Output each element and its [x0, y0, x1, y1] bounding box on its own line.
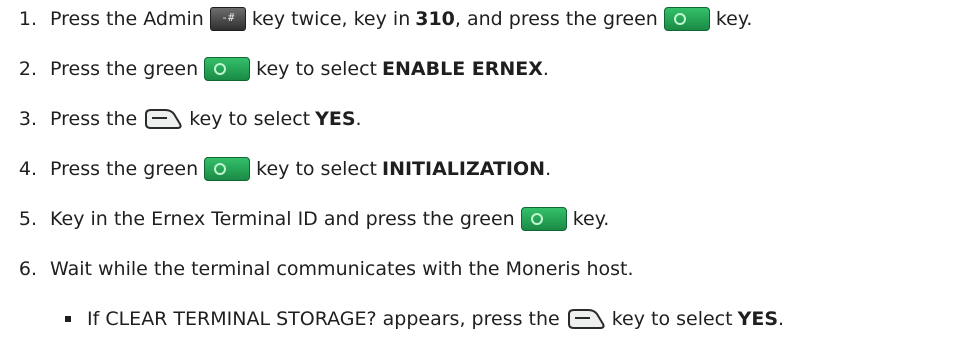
sub-bullet: If CLEAR TERMINAL STORAGE? appears, pres…	[48, 302, 784, 336]
green-ok-key-icon	[204, 57, 251, 81]
step-text: Wait while the terminal communicates wit…	[50, 258, 634, 280]
step-text: , and press the green	[454, 8, 658, 30]
clear-key-icon	[143, 108, 183, 130]
step-text: Press the green	[50, 158, 199, 180]
step-text: Key in the Ernex Terminal ID and press t…	[50, 208, 515, 230]
bullet-text: If CLEAR TERMINAL STORAGE? appears, pres…	[87, 308, 560, 330]
step-emphasis: ENABLE ERNEX	[382, 58, 543, 80]
step-text: key twice, key in	[251, 8, 411, 30]
step-text: .	[355, 108, 362, 130]
step-5: 5. Key in the Ernex Terminal ID and pres…	[0, 202, 609, 236]
step-text: .	[545, 158, 552, 180]
step-text: .	[542, 58, 549, 80]
bullet-emphasis: YES	[737, 308, 778, 330]
step-text: key.	[572, 208, 610, 230]
bullet-text: key to select	[611, 308, 733, 330]
step-text: key.	[715, 8, 753, 30]
step-text: Press the Admin	[50, 8, 204, 30]
green-ok-key-icon	[520, 207, 567, 231]
step-1: 1. Press the Admin -# key twice, key in …	[0, 2, 752, 36]
clear-key-icon	[566, 308, 606, 330]
step-text: Press the	[50, 108, 138, 130]
step-text: Press the green	[50, 58, 199, 80]
step-number: 1.	[18, 8, 37, 30]
step-number: 5.	[18, 208, 37, 230]
step-6: 6. Wait while the terminal communicates …	[0, 252, 634, 286]
step-emphasis: YES	[315, 108, 356, 130]
step-text: key to select	[256, 158, 378, 180]
step-4: 4. Press the green key to select INITIAL…	[0, 152, 551, 186]
step-number: 3.	[18, 108, 37, 130]
step-emphasis: INITIALIZATION	[382, 158, 546, 180]
step-text: key to select	[189, 108, 311, 130]
step-number: 4.	[18, 158, 37, 180]
instructions-document: 1. Press the Admin -# key twice, key in …	[0, 0, 958, 352]
step-2: 2. Press the green key to select ENABLE …	[0, 52, 549, 86]
bullet-square-icon	[65, 316, 71, 322]
admin-key-icon: -#	[209, 7, 246, 31]
step-number: 2.	[18, 58, 37, 80]
bullet-text: .	[778, 308, 785, 330]
step-text: key to select	[256, 58, 378, 80]
step-emphasis: 310	[415, 8, 455, 30]
green-ok-key-icon	[204, 157, 251, 181]
step-3: 3. Press the key to select YES .	[0, 102, 362, 136]
green-ok-key-icon	[663, 7, 710, 31]
step-number: 6.	[18, 258, 37, 280]
